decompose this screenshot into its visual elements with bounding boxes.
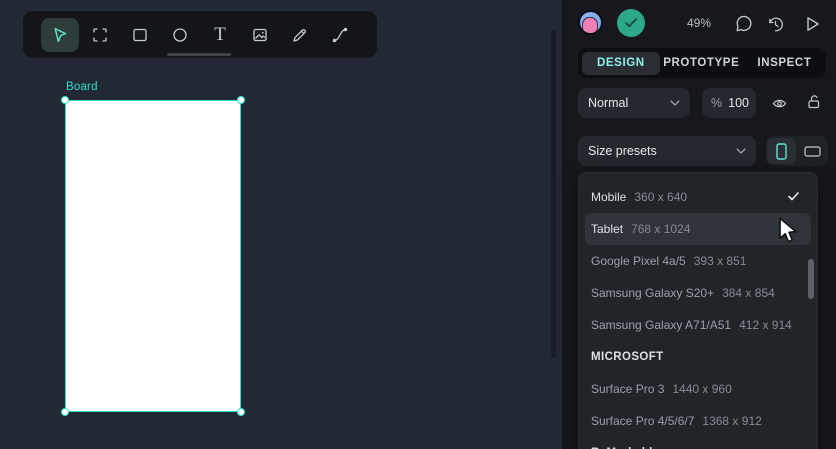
ellipse-icon: [170, 25, 190, 45]
check-icon: [625, 18, 637, 28]
phone-portrait-icon: [776, 142, 787, 160]
size-presets-label: Size presets: [588, 144, 657, 158]
move-tool-button[interactable]: [41, 17, 79, 52]
percent-symbol: %: [711, 96, 723, 110]
orientation-toggle-group: [766, 136, 828, 166]
chevron-down-icon: [736, 148, 746, 154]
avatar-character: [582, 17, 598, 33]
blend-mode-select[interactable]: Normal: [578, 88, 690, 118]
size-presets-select[interactable]: Size presets: [578, 136, 756, 166]
view-mode-button[interactable]: [802, 14, 822, 34]
tab-inspect[interactable]: INSPECT: [743, 57, 826, 69]
ellipse-tool-button[interactable]: [161, 18, 199, 52]
image-icon: [250, 25, 270, 45]
size-presets-dropdown: Mobile 360 x 640 Tablet 768 x 1024 Googl…: [578, 172, 818, 449]
chevron-down-icon: [670, 100, 680, 106]
comments-button[interactable]: [734, 14, 754, 34]
saved-status-indicator: [617, 9, 645, 37]
eye-icon: [772, 99, 786, 107]
board-frame-icon: [90, 25, 110, 45]
text-tool-icon: T: [214, 24, 226, 45]
history-clock-icon: [768, 17, 783, 31]
curve-path-icon: [330, 25, 350, 45]
preset-section-remarkable: ReMarkable: [585, 437, 811, 449]
right-sidebar: 49% DESIGN PROTOTYPE INSPECT Normal % 10…: [562, 0, 836, 449]
resize-handle-bottom-left[interactable]: [61, 408, 69, 416]
preset-option-surface-pro-3[interactable]: Surface Pro 3 1440 x 960: [585, 373, 811, 405]
play-icon: [806, 17, 819, 31]
portrait-orientation-button[interactable]: [767, 138, 796, 164]
zoom-level[interactable]: 49%: [678, 16, 720, 30]
opacity-input[interactable]: % 100: [702, 88, 756, 118]
path-tool-button[interactable]: [321, 18, 359, 52]
resize-handle-bottom-right[interactable]: [237, 408, 245, 416]
canvas-area[interactable]: T Board: [0, 0, 562, 449]
pen-tool-button[interactable]: [281, 18, 319, 52]
text-tool-button[interactable]: T: [201, 18, 239, 52]
visibility-toggle[interactable]: [768, 92, 790, 114]
unlock-icon: [808, 95, 820, 109]
resize-handle-top-left[interactable]: [61, 96, 69, 104]
rectangle-tool-button[interactable]: [121, 18, 159, 52]
selected-check-icon: [788, 192, 799, 201]
opacity-value: 100: [728, 96, 749, 110]
board-tool-button[interactable]: [81, 18, 119, 52]
resize-handle-top-right[interactable]: [237, 96, 245, 104]
preset-option-surface-pro-4567[interactable]: Surface Pro 4/5/6/7 1368 x 912: [585, 405, 811, 437]
image-tool-button[interactable]: [241, 18, 279, 52]
landscape-orientation-button[interactable]: [798, 138, 827, 164]
board[interactable]: [61, 96, 245, 416]
panel-tabbar: DESIGN PROTOTYPE INSPECT: [578, 48, 826, 78]
tab-design[interactable]: DESIGN: [582, 51, 660, 75]
move-cursor-icon: [50, 25, 70, 45]
comment-bubble-icon: [736, 15, 752, 32]
tab-prototype[interactable]: PROTOTYPE: [660, 57, 743, 69]
preset-section-microsoft: MICROSOFT: [591, 351, 664, 363]
history-button[interactable]: [765, 14, 785, 34]
lock-toggle[interactable]: [803, 91, 825, 113]
design-app-window: T Board 49% DESIGN PROTOTYPE INSPECT Nor…: [0, 0, 836, 449]
pencil-icon: [290, 25, 310, 45]
user-avatar[interactable]: [578, 10, 603, 35]
preset-option-mobile[interactable]: Mobile 360 x 640: [585, 181, 811, 213]
preset-option-google-pixel[interactable]: Google Pixel 4a/5 393 x 851: [585, 245, 811, 277]
dropdown-scrollbar[interactable]: [808, 259, 814, 299]
rectangle-icon: [130, 25, 150, 45]
phone-landscape-icon: [804, 145, 821, 157]
canvas-vertical-scrollbar[interactable]: [551, 30, 556, 358]
preset-option-galaxy-s20[interactable]: Samsung Galaxy S20+ 384 x 854: [585, 277, 811, 309]
preset-option-galaxy-a71[interactable]: Samsung Galaxy A71/A51 412 x 914: [585, 309, 811, 341]
main-toolbar: T: [23, 11, 377, 58]
preset-option-tablet[interactable]: Tablet 768 x 1024: [585, 213, 811, 245]
toolbar-drag-handle[interactable]: [167, 53, 231, 56]
blend-mode-value: Normal: [588, 96, 629, 110]
board-label[interactable]: Board: [66, 81, 98, 93]
